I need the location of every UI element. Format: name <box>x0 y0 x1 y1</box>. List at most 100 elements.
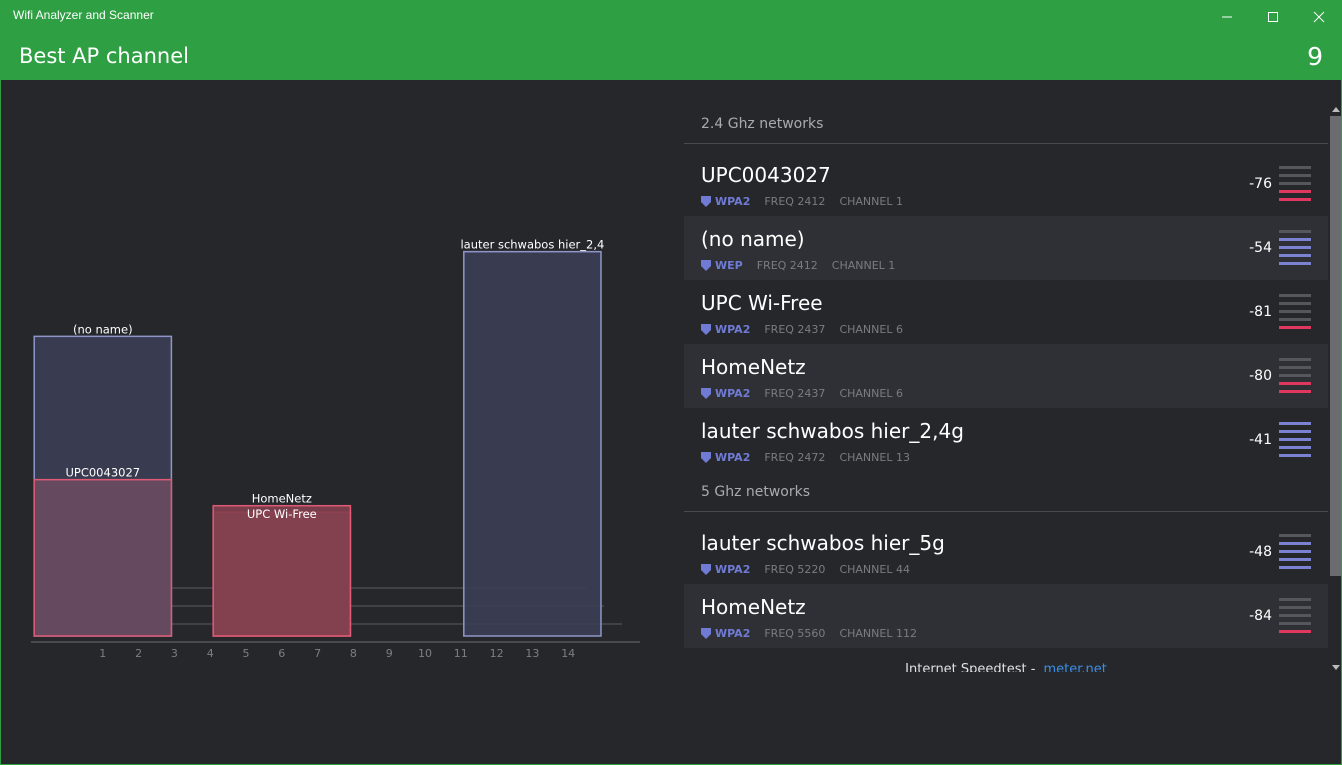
network-meta: WPA2 FREQ 2412 CHANNEL 1 <box>701 195 903 208</box>
scroll-up-button[interactable] <box>1330 104 1341 114</box>
scrollbar-thumb[interactable] <box>1330 116 1341 576</box>
x-tick-label: 7 <box>314 647 321 660</box>
signal-bar <box>1279 366 1311 369</box>
x-tick-label: 3 <box>171 647 178 660</box>
signal-bar <box>1279 326 1311 329</box>
shield-icon <box>701 196 711 207</box>
network-item[interactable]: lauter schwabos hier_5g WPA2 FREQ 5220 CHAN… <box>684 520 1328 584</box>
signal-bar <box>1279 230 1311 233</box>
network-rssi: -80 <box>1249 368 1272 384</box>
bar-label: UPC0043027 <box>65 466 140 480</box>
signal-strength-icon <box>1279 534 1311 572</box>
network-channel: CHANNEL 112 <box>839 627 917 640</box>
signal-strength-icon <box>1279 294 1311 332</box>
close-button[interactable] <box>1296 0 1342 33</box>
signal-strength-icon <box>1279 598 1311 636</box>
network-security: WPA2 <box>715 195 751 208</box>
signal-bar <box>1279 454 1311 457</box>
page-title: Best AP channel <box>19 44 189 68</box>
shield-icon <box>701 324 711 335</box>
network-security: WEP <box>715 259 743 272</box>
bar-label: (no name) <box>73 322 133 336</box>
signal-bar <box>1279 302 1311 305</box>
x-tick-label: 5 <box>243 647 250 660</box>
network-security: WPA2 <box>715 451 751 464</box>
chart-bar <box>33 478 173 637</box>
signal-bar <box>1279 310 1311 313</box>
signal-bar <box>1279 390 1311 393</box>
signal-bar <box>1279 166 1311 169</box>
network-ssid: HomeNetz <box>701 595 806 619</box>
network-meta: WEP FREQ 2412 CHANNEL 1 <box>701 259 895 272</box>
network-channel: CHANNEL 13 <box>839 451 910 464</box>
chevron-down-icon <box>1331 664 1340 670</box>
signal-bar <box>1279 174 1311 177</box>
signal-bar <box>1279 446 1311 449</box>
x-tick-label: 10 <box>418 647 432 660</box>
network-meta: WPA2 FREQ 2437 CHANNEL 6 <box>701 387 903 400</box>
signal-bar <box>1279 358 1311 361</box>
x-tick-label: 12 <box>490 647 504 660</box>
network-rssi: -81 <box>1249 304 1272 320</box>
network-ssid: (no name) <box>701 227 805 251</box>
network-ssid: lauter schwabos hier_5g <box>701 531 945 555</box>
minimize-button[interactable] <box>1204 0 1250 33</box>
signal-bar <box>1279 198 1311 201</box>
network-item[interactable]: (no name) WEP FREQ 2412 CHANNEL 1 -54 <box>684 216 1328 280</box>
scroll-down-button[interactable] <box>1330 662 1341 672</box>
section-header-2-4ghz: 2.4 Ghz networks <box>684 100 1328 144</box>
shield-icon <box>701 260 711 271</box>
network-item[interactable]: UPC Wi-Free WPA2 FREQ 2437 CHANNEL 6 -81 <box>684 280 1328 344</box>
network-list[interactable]: 2.4 Ghz networks UPC0043027 WPA2 FREQ 2412… <box>684 100 1328 672</box>
network-security: WPA2 <box>715 627 751 640</box>
shield-icon <box>701 564 711 575</box>
bar-label: HomeNetz <box>252 492 312 506</box>
bar-label: UPC Wi-Free <box>247 507 317 521</box>
signal-bar <box>1279 382 1311 385</box>
network-frequency: FREQ 2412 <box>756 259 818 272</box>
network-rssi: -84 <box>1249 608 1272 624</box>
network-frequency: FREQ 2437 <box>764 387 826 400</box>
x-tick-label: 13 <box>525 647 539 660</box>
network-item[interactable]: lauter schwabos hier_2,4g WPA2 FREQ 2472 CH… <box>684 408 1328 472</box>
maximize-button[interactable] <box>1250 0 1296 33</box>
chart-bar <box>463 250 602 637</box>
speedtest-link[interactable]: meter.net <box>1043 662 1106 672</box>
shield-icon <box>701 628 711 639</box>
network-meta: WPA2 FREQ 5220 CHANNEL 44 <box>701 563 910 576</box>
signal-bar <box>1279 262 1311 265</box>
shield-icon <box>701 388 711 399</box>
network-rssi: -48 <box>1249 544 1272 560</box>
signal-bar <box>1279 190 1311 193</box>
network-item[interactable]: UPC0043027 WPA2 FREQ 2412 CHANNEL 1 -76 <box>684 152 1328 216</box>
section-label: 2.4 Ghz networks <box>701 116 824 132</box>
network-item[interactable]: HomeNetz WPA2 FREQ 5560 CHANNEL 112 -84 <box>684 584 1328 648</box>
shield-icon <box>701 452 711 463</box>
network-ssid: lauter schwabos hier_2,4g <box>701 419 964 443</box>
title-bar[interactable]: Wifi Analyzer and Scanner <box>0 0 1342 33</box>
network-ssid: UPC0043027 <box>701 163 831 187</box>
network-channel: CHANNEL 6 <box>839 323 903 336</box>
signal-bar <box>1279 374 1311 377</box>
network-rssi: -41 <box>1249 432 1272 448</box>
signal-bar <box>1279 542 1311 545</box>
chart-bar <box>212 504 352 637</box>
signal-bar <box>1279 254 1311 257</box>
network-item[interactable]: HomeNetz WPA2 FREQ 2437 CHANNEL 6 -80 <box>684 344 1328 408</box>
best-channel-value: 9 <box>1307 42 1323 71</box>
network-meta: WPA2 FREQ 5560 CHANNEL 112 <box>701 627 917 640</box>
signal-bar <box>1279 566 1311 569</box>
network-security: WPA2 <box>715 323 751 336</box>
network-frequency: FREQ 2472 <box>764 451 826 464</box>
network-frequency: FREQ 2437 <box>764 323 826 336</box>
signal-bar <box>1279 430 1311 433</box>
signal-strength-icon <box>1279 358 1311 396</box>
x-tick-label: 1 <box>99 647 106 660</box>
x-tick-label: 2 <box>135 647 142 660</box>
chevron-up-icon <box>1331 106 1340 112</box>
maximize-icon <box>1268 11 1278 22</box>
network-ssid: HomeNetz <box>701 355 806 379</box>
signal-strength-icon <box>1279 422 1311 460</box>
signal-bar <box>1279 630 1311 633</box>
network-security: WPA2 <box>715 387 751 400</box>
